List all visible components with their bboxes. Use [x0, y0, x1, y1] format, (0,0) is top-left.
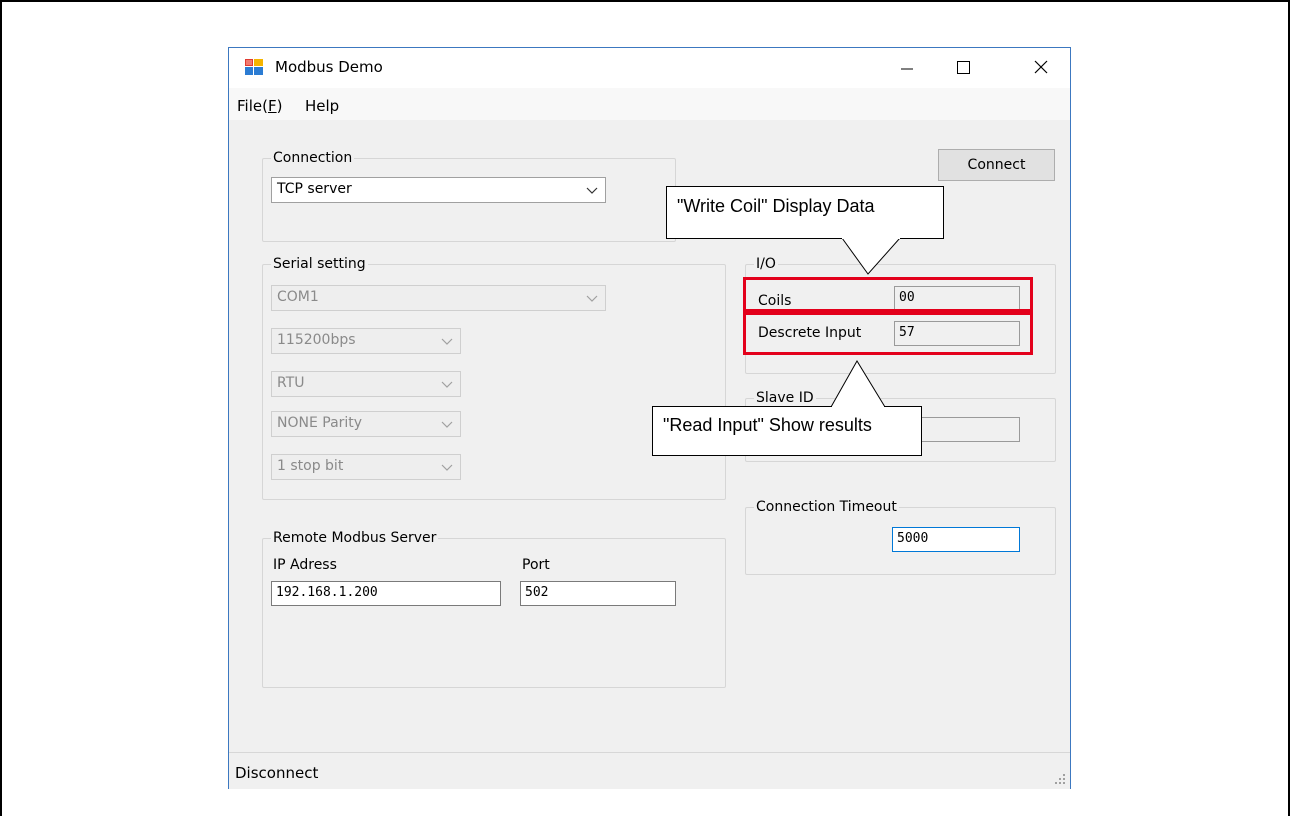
read-input-callout-border [884, 406, 922, 407]
read-input-callout: "Read Input" Show results [652, 406, 922, 456]
read-input-callout-border [652, 406, 832, 407]
write-coil-callout: "Write Coil" Display Data [666, 186, 944, 239]
callout-tails [830, 237, 902, 408]
write-coil-callout-border [666, 238, 842, 239]
write-coil-callout-border [900, 238, 944, 239]
